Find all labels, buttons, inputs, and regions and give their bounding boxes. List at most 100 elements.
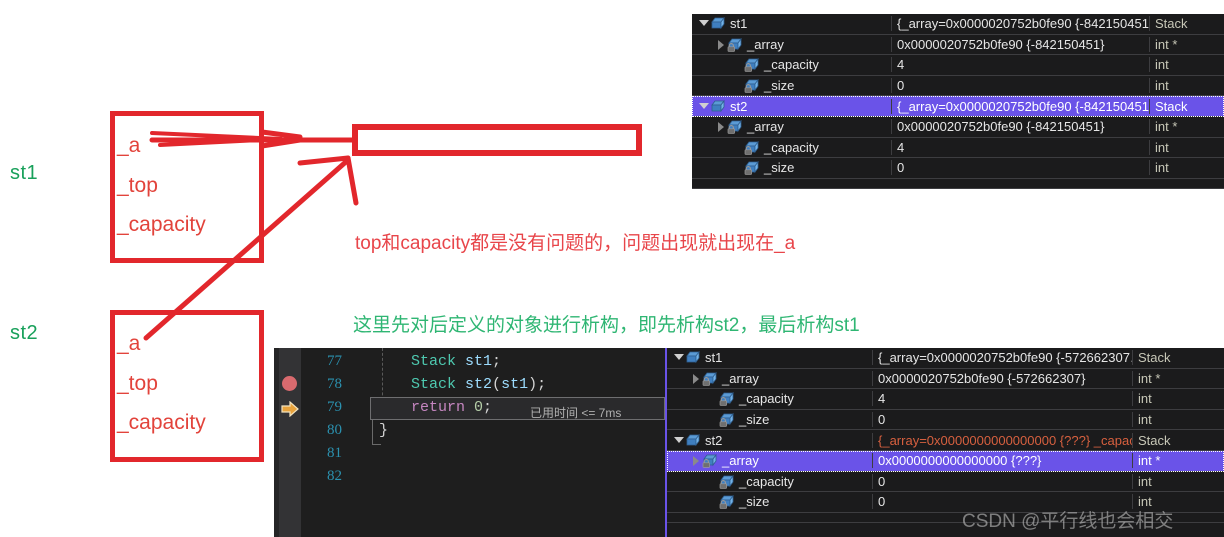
watch-row[interactable]: _size 0 int [667, 410, 1224, 431]
watch-row-value[interactable]: {_array=0x0000000000000000 {???} _capac… [872, 432, 1132, 448]
watch-row-type: int [1149, 139, 1224, 155]
field-lock-icon [702, 454, 718, 469]
watch-row-value[interactable]: 4 [872, 391, 1132, 407]
execution-pointer-icon [281, 401, 299, 417]
chevron-right-icon[interactable] [715, 121, 726, 133]
watch-row-value[interactable]: 4 [891, 139, 1149, 155]
watch-row[interactable]: _array 0x0000020752b0fe90 {-842150451} int… [692, 117, 1224, 138]
watch-row-value[interactable]: 0x0000020752b0fe90 {-842150451} [891, 119, 1149, 135]
code-line-80[interactable]: } [379, 422, 388, 439]
watch-row[interactable]: _size 0 int [692, 158, 1224, 179]
line-number-79: 79 [327, 399, 342, 415]
watch-row-value[interactable]: {_array=0x0000020752b0fe90 {-842150451… [891, 16, 1149, 32]
annotation-green-note: 这里先对后定义的对象进行析构，即先析构st2，最后析构st1 [353, 315, 860, 336]
watch-row-name: _array [722, 453, 759, 469]
chevron-down-icon[interactable] [698, 18, 709, 29]
watch-row[interactable]: st1 {_array=0x0000020752b0fe90 {-84215045… [692, 14, 1224, 35]
watch-row-value[interactable]: {_array=0x0000020752b0fe90 {-572662307… [872, 350, 1132, 366]
watch-row-type: int [1132, 412, 1224, 428]
expander-placeholder-icon [707, 414, 718, 425]
watch-row-name-cell: _capacity [692, 57, 891, 72]
watch-row[interactable]: _array 0x0000000000000000 {???} int * [667, 450, 1224, 472]
object-cube-icon [686, 351, 701, 364]
field-lock-icon [727, 120, 743, 135]
debugger-pane: 77 78 79 80 81 82 Stack st1; Stack st2(s… [274, 348, 1224, 537]
watch-row-value[interactable]: 0 [872, 412, 1132, 428]
watch-row-type: Stack [1149, 16, 1224, 32]
watch-row[interactable]: st2 {_array=0x0000020752b0fe90 {-84215045… [692, 96, 1224, 117]
watch-row[interactable]: _capacity 0 int [667, 472, 1224, 493]
line-number-78: 78 [327, 376, 342, 392]
watch-row-type: int [1132, 473, 1224, 489]
watch-row[interactable]: _capacity 4 int [667, 389, 1224, 410]
watch-row-value[interactable]: {_array=0x0000020752b0fe90 {-842150451… [891, 98, 1149, 114]
chevron-down-icon[interactable] [673, 435, 684, 446]
watch-row-type: Stack [1132, 350, 1224, 366]
watch-row-name-cell: _size [692, 160, 891, 175]
watch-row[interactable]: _capacity 4 int [692, 138, 1224, 159]
watch-row-value[interactable]: 0x0000020752b0fe90 {-842150451} [891, 36, 1149, 52]
watch-row-name-cell: _capacity [667, 391, 872, 406]
watch-row-type: int [1149, 78, 1224, 94]
line-number-80: 80 [327, 422, 342, 438]
watch-row-name: st1 [730, 16, 748, 32]
object-cube-icon [711, 17, 726, 30]
watch-row-value[interactable]: 0x0000000000000000 {???} [872, 453, 1132, 469]
watch-row[interactable]: _array 0x0000020752b0fe90 {-842150451} int… [692, 35, 1224, 56]
watch-row-name-cell: _array [667, 371, 872, 386]
expander-placeholder-icon [732, 142, 743, 153]
annotation-red-note: top和capacity都是没有问题的，问题出现就出现在_a [355, 233, 796, 254]
elapsed-time-label: 已用时间 <= 7ms [530, 406, 622, 420]
field-lock-icon [744, 79, 760, 93]
chevron-down-icon[interactable] [698, 101, 709, 112]
watch-row-value[interactable]: 0 [891, 160, 1149, 176]
watch-row[interactable]: _capacity 4 int [692, 55, 1224, 76]
field-lock-icon [744, 140, 760, 155]
watch-row-name: _capacity [764, 57, 819, 73]
watch-row-name: _array [747, 36, 784, 52]
watch-row[interactable]: st1 {_array=0x0000020752b0fe90 {-57266230… [667, 348, 1224, 369]
expander-placeholder-icon [732, 162, 743, 173]
watch-row-type: int [1132, 391, 1224, 407]
expander-placeholder-icon [732, 59, 743, 70]
watch-row-name: _size [764, 160, 795, 176]
watch-row[interactable]: _size 0 int [692, 76, 1224, 97]
watch-row-clipped[interactable] [692, 179, 1224, 189]
watch-row-value[interactable]: 0x0000020752b0fe90 {-572662307} [872, 370, 1132, 386]
breakpoint-icon[interactable] [282, 376, 297, 391]
object-cube-icon [711, 99, 726, 113]
watch-row-value[interactable]: 0 [891, 78, 1149, 94]
watch-window-top[interactable]: st1 {_array=0x0000020752b0fe90 {-84215045… [692, 14, 1224, 189]
line-number-82: 82 [327, 468, 342, 484]
watch-row-name-cell: _size [667, 494, 872, 509]
watch-row-name-cell: _array [667, 453, 872, 468]
watch-row[interactable]: _array 0x0000020752b0fe90 {-572662307} int… [667, 369, 1224, 390]
watch-row[interactable]: st2 {_array=0x0000000000000000 {???} _cap… [667, 430, 1224, 451]
chevron-down-icon[interactable] [673, 352, 684, 363]
watch-row-value[interactable]: 0 [872, 473, 1132, 489]
watch-row-name: _array [722, 370, 759, 386]
code-line-77[interactable]: Stack st1; [411, 353, 501, 370]
field-lock-icon [719, 495, 735, 510]
watch-row-name: _size [764, 78, 795, 94]
watch-row-name: _array [747, 119, 784, 135]
chevron-right-icon[interactable] [715, 39, 726, 50]
chevron-right-icon[interactable] [690, 455, 701, 467]
code-line-79[interactable]: return 0; [411, 399, 492, 416]
field-lock-icon [719, 413, 735, 427]
watch-row-value[interactable]: 4 [891, 57, 1149, 73]
watch-row-name-cell: st1 [667, 350, 872, 365]
watch-row-type: int [1149, 160, 1224, 176]
watch-row-name-cell: _capacity [667, 474, 872, 489]
field-lock-icon [719, 474, 735, 489]
watch-row-name: st2 [730, 98, 748, 114]
code-line-78[interactable]: Stack st2(st1); [411, 376, 546, 393]
watch-row-name-cell: st2 [667, 433, 872, 448]
chevron-right-icon[interactable] [690, 373, 701, 384]
field-lock-icon [702, 371, 718, 386]
screenshot-root: st1 st2 _a _top _capacity _a _top _capac… [0, 0, 1224, 537]
expander-placeholder-icon [732, 80, 743, 91]
watch-row-type: Stack [1149, 98, 1224, 114]
field-lock-icon [744, 161, 760, 176]
watch-row-name: _capacity [764, 139, 819, 155]
